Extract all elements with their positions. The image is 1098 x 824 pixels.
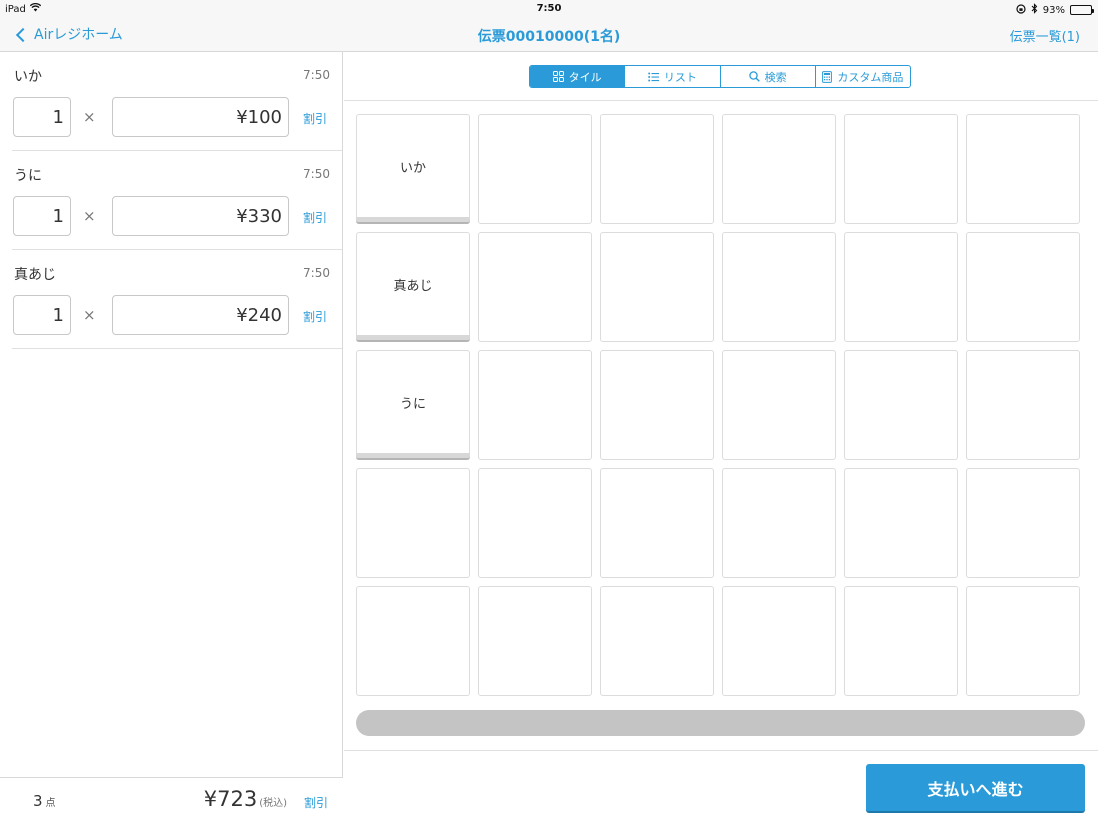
status-right: 93% xyxy=(1016,3,1094,17)
discount-button[interactable]: 割引 xyxy=(303,308,327,325)
empty-tile[interactable] xyxy=(966,586,1080,696)
item-count: 3点 xyxy=(33,792,56,810)
product-tile-label: 真あじ xyxy=(393,279,433,294)
receipt-list-button[interactable]: 伝票一覧(1) xyxy=(1010,26,1080,45)
empty-tile[interactable] xyxy=(478,350,592,460)
empty-tile[interactable] xyxy=(478,586,592,696)
empty-tile[interactable] xyxy=(600,350,714,460)
tile-grid-icon xyxy=(552,71,564,82)
orientation-lock-icon xyxy=(1016,3,1026,17)
empty-tile[interactable] xyxy=(966,114,1080,224)
empty-tile[interactable] xyxy=(844,350,958,460)
discount-button[interactable]: 割引 xyxy=(303,110,327,127)
empty-tile[interactable] xyxy=(478,468,592,578)
empty-tile[interactable] xyxy=(356,468,470,578)
empty-tile[interactable] xyxy=(600,586,714,696)
empty-tile[interactable] xyxy=(844,468,958,578)
empty-tile[interactable] xyxy=(600,468,714,578)
tab-tile[interactable]: タイル xyxy=(530,66,626,87)
tab-search[interactable]: 検索 xyxy=(721,66,816,87)
product-tile-grid: いか 真あじ うに xyxy=(356,114,1080,696)
calculator-icon xyxy=(822,70,833,83)
product-panel: タイル リスト 検索 カスタム商品 いか 真あじ うに 支払いへ進む xyxy=(344,52,1098,824)
price-field[interactable]: ¥330 xyxy=(112,196,289,236)
search-icon xyxy=(748,71,760,82)
item-time: 7:50 xyxy=(303,167,330,181)
quantity-field[interactable]: 1 xyxy=(13,97,71,137)
quantity-field[interactable]: 1 xyxy=(13,196,71,236)
product-tile-label: うに xyxy=(399,397,426,412)
empty-tile[interactable] xyxy=(722,350,836,460)
order-item: うに 7:50 1 × ¥330 割引 xyxy=(12,151,342,250)
item-count-unit: 点 xyxy=(45,798,56,809)
tab-custom-product[interactable]: カスタム商品 xyxy=(816,66,910,87)
empty-tile[interactable] xyxy=(966,232,1080,342)
battery-icon xyxy=(1070,5,1094,15)
order-total: ¥723 (税込) xyxy=(204,787,287,811)
tab-custom-product-label: カスタム商品 xyxy=(837,70,904,84)
multiply-sign: × xyxy=(83,306,96,324)
discount-button[interactable]: 割引 xyxy=(303,209,327,226)
view-toolbar: タイル リスト 検索 カスタム商品 xyxy=(344,52,1098,101)
battery-percent: 93% xyxy=(1042,4,1065,16)
page-title: 伝票00010000(1名) xyxy=(477,29,621,45)
item-name: いか xyxy=(14,69,42,85)
product-tile[interactable]: 真あじ xyxy=(356,232,470,342)
order-discount-button[interactable]: 割引 xyxy=(304,794,328,811)
empty-tile[interactable] xyxy=(966,350,1080,460)
price-field[interactable]: ¥100 xyxy=(112,97,289,137)
item-name: 真あじ xyxy=(14,267,56,283)
empty-tile[interactable] xyxy=(600,114,714,224)
product-tile-label: いか xyxy=(399,161,426,176)
status-time: 7:50 xyxy=(536,3,562,14)
empty-tile[interactable] xyxy=(478,114,592,224)
empty-tile[interactable] xyxy=(722,586,836,696)
empty-tile[interactable] xyxy=(722,468,836,578)
tab-tile-label: タイル xyxy=(568,70,602,84)
empty-tile[interactable] xyxy=(722,114,836,224)
proceed-to-payment-button[interactable]: 支払いへ進む xyxy=(866,764,1085,813)
empty-tile[interactable] xyxy=(478,232,592,342)
item-name: うに xyxy=(14,168,42,184)
empty-tile[interactable] xyxy=(722,232,836,342)
empty-tile[interactable] xyxy=(600,232,714,342)
bluetooth-icon xyxy=(1031,3,1038,17)
tab-list[interactable]: リスト xyxy=(625,66,721,87)
action-bar: 支払いへ進む xyxy=(344,750,1098,824)
tab-search-label: 検索 xyxy=(764,70,787,84)
empty-tile[interactable] xyxy=(966,468,1080,578)
order-item: 真あじ 7:50 1 × ¥240 割引 xyxy=(12,250,342,349)
tax-note: (税込) xyxy=(259,798,287,809)
order-panel: いか 7:50 1 × ¥100 割引 うに 7:50 1 × ¥330 割引 … xyxy=(0,52,343,824)
price-field[interactable]: ¥240 xyxy=(112,295,289,335)
item-count-value: 3 xyxy=(33,792,43,810)
product-tile[interactable]: いか xyxy=(356,114,470,224)
tab-list-label: リスト xyxy=(663,70,697,84)
item-time: 7:50 xyxy=(303,266,330,280)
item-time: 7:50 xyxy=(303,68,330,82)
view-segmented-control: タイル リスト 検索 カスタム商品 xyxy=(529,65,911,88)
product-tile[interactable]: うに xyxy=(356,350,470,460)
empty-tile[interactable] xyxy=(844,232,958,342)
multiply-sign: × xyxy=(83,207,96,225)
status-bar: iPad 7:50 93% xyxy=(0,0,1098,18)
order-summary: 3点 ¥723 (税込) 割引 xyxy=(0,777,343,824)
empty-tile[interactable] xyxy=(844,586,958,696)
multiply-sign: × xyxy=(83,108,96,126)
order-item: いか 7:50 1 × ¥100 割引 xyxy=(12,52,342,151)
empty-tile[interactable] xyxy=(356,586,470,696)
list-icon xyxy=(648,72,659,82)
empty-tile[interactable] xyxy=(844,114,958,224)
quantity-field[interactable]: 1 xyxy=(13,295,71,335)
nav-bar: Airレジホーム 伝票00010000(1名) 伝票一覧(1) xyxy=(0,18,1098,52)
page-scrollbar[interactable] xyxy=(356,710,1085,736)
order-total-value: ¥723 xyxy=(203,787,258,811)
